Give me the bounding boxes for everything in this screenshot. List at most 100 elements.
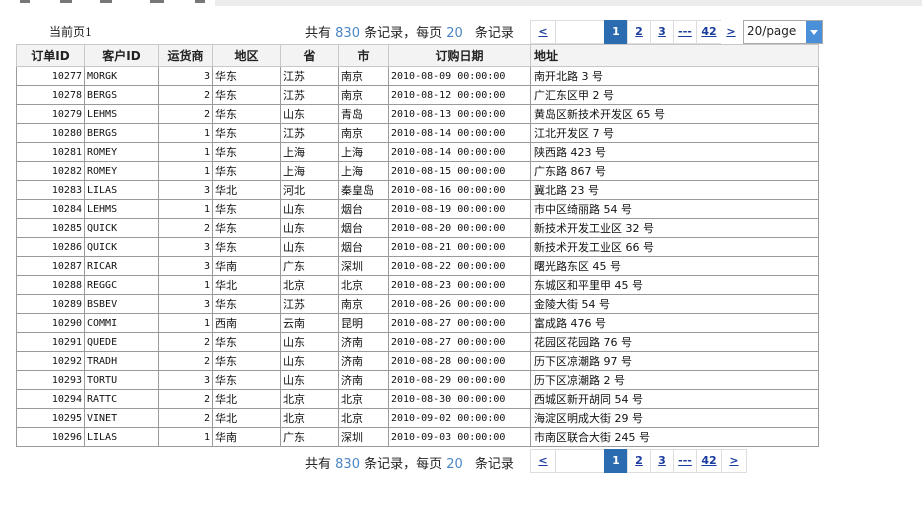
current-page-number: 1	[85, 26, 93, 39]
cell-customer-id: ROMEY	[84, 142, 159, 162]
cell-province: 上海	[280, 161, 339, 181]
page-ellipsis-button[interactable]: ---	[673, 20, 697, 44]
column-header-shipper[interactable]: 运货商	[158, 44, 213, 67]
summary-total-prefix: 共有	[305, 26, 332, 41]
cell-region: 华北	[212, 275, 281, 295]
page-button-42[interactable]: 42	[696, 20, 722, 44]
page-button-2[interactable]: 2	[627, 20, 651, 44]
column-header-city[interactable]: 市	[338, 44, 389, 67]
cell-region: 华东	[212, 332, 281, 352]
summary-total-count: 830	[335, 457, 360, 472]
column-header-province[interactable]: 省	[280, 44, 339, 67]
cell-order-id: 10280	[16, 123, 85, 143]
table-row[interactable]: 10295 VINET 2 华北 北京 北京 2010-09-02 00:00:00 海淀区明…	[16, 408, 819, 428]
chevron-down-icon[interactable]	[806, 21, 822, 43]
cell-customer-id: MORGK	[84, 66, 159, 86]
page-button-2[interactable]: 2	[627, 449, 651, 473]
prev-page-button[interactable]: <	[530, 449, 556, 473]
page-size-select[interactable]: 20/page	[743, 20, 823, 44]
table-row[interactable]: 10296 LILAS 1 华南 广东 深圳 2010-09-03 00:00:00 市南区联…	[16, 427, 819, 447]
cell-city: 北京	[338, 389, 389, 409]
orders-table: 订单ID 客户ID 运货商 地区 省 市 订购日期 地址 10277 MORGK 3…	[16, 44, 819, 447]
cell-city: 上海	[338, 142, 389, 162]
cell-province: 北京	[280, 275, 339, 295]
column-header-region[interactable]: 地区	[212, 44, 281, 67]
table-row[interactable]: 10288 REGGC 1 华北 北京 北京 2010-08-23 00:00:00 东城区和…	[16, 275, 819, 295]
table-row[interactable]: 10286 QUICK 3 华东 山东 烟台 2010-08-21 00:00:00 新技术开…	[16, 237, 819, 257]
cell-order-date: 2010-08-21 00:00:00	[388, 237, 531, 257]
table-row[interactable]: 10283 LILAS 3 华北 河北 秦皇岛 2010-08-16 00:00:00 冀北路…	[16, 180, 819, 200]
cell-customer-id: COMMI	[84, 313, 159, 333]
cell-province: 山东	[280, 332, 339, 352]
page-button-1[interactable]: 1	[604, 20, 628, 44]
table-row[interactable]: 10287 RICAR 3 华南 广东 深圳 2010-08-22 00:00:00 曙光路东…	[16, 256, 819, 276]
page-ellipsis-button[interactable]: ---	[673, 449, 697, 473]
cell-order-date: 2010-08-28 00:00:00	[388, 351, 531, 371]
cell-order-id: 10283	[16, 180, 85, 200]
cell-region: 华东	[212, 218, 281, 238]
column-header-order-date[interactable]: 订购日期	[388, 44, 531, 67]
cell-region: 华东	[212, 351, 281, 371]
cell-shipper: 1	[158, 275, 213, 295]
cell-address: 市南区联合大街 245 号	[530, 427, 819, 447]
prev-page-button[interactable]: <	[530, 20, 556, 44]
table-row[interactable]: 10285 QUICK 2 华东 山东 烟台 2010-08-20 00:00:00 新技术开…	[16, 218, 819, 238]
table-row[interactable]: 10291 QUEDE 2 华东 山东 济南 2010-08-27 00:00:00 花园区花…	[16, 332, 819, 352]
table-row[interactable]: 10277 MORGK 3 华东 江苏 南京 2010-08-09 00:00:00 南开北路…	[16, 66, 819, 86]
table-row[interactable]: 10293 TORTU 3 华东 山东 济南 2010-08-29 00:00:00 历下区凉…	[16, 370, 819, 390]
page-button-42[interactable]: 42	[696, 449, 722, 473]
page-button-3[interactable]: 3	[650, 20, 674, 44]
table-row[interactable]: 10280 BERGS 1 华东 江苏 南京 2010-08-14 00:00:00 江北开发…	[16, 123, 819, 143]
table-row[interactable]: 10279 LEHMS 2 华东 山东 青岛 2010-08-13 00:00:00 黄岛区新…	[16, 104, 819, 124]
cell-shipper: 2	[158, 408, 213, 428]
cell-city: 青岛	[338, 104, 389, 124]
column-header-address[interactable]: 地址	[530, 44, 819, 67]
cell-province: 山东	[280, 237, 339, 257]
cell-order-date: 2010-08-20 00:00:00	[388, 218, 531, 238]
cell-region: 华南	[212, 427, 281, 447]
cell-region: 华东	[212, 294, 281, 314]
cell-address: 黄岛区新技术开发区 65 号	[530, 104, 819, 124]
top-strip	[0, 0, 922, 8]
table-row[interactable]: 10290 COMMI 1 西南 云南 昆明 2010-08-27 00:00:00 富成路 …	[16, 313, 819, 333]
table-row[interactable]: 10289 BSBEV 3 华东 江苏 南京 2010-08-26 00:00:00 金陵大街…	[16, 294, 819, 314]
table-row[interactable]: 10282 ROMEY 1 华东 上海 上海 2010-08-15 00:00:00 广东路 …	[16, 161, 819, 181]
page-button-3[interactable]: 3	[650, 449, 674, 473]
cell-address: 新技术开发工业区 66 号	[530, 237, 819, 257]
column-header-customer-id[interactable]: 客户ID	[84, 44, 159, 67]
cell-region: 华南	[212, 256, 281, 276]
cell-customer-id: RICAR	[84, 256, 159, 276]
cell-region: 华北	[212, 408, 281, 428]
cell-order-id: 10290	[16, 313, 85, 333]
next-page-button[interactable]: >	[721, 20, 741, 44]
cell-province: 广东	[280, 256, 339, 276]
cell-address: 广东路 867 号	[530, 161, 819, 181]
cell-shipper: 2	[158, 104, 213, 124]
next-page-button[interactable]: >	[721, 449, 747, 473]
cell-region: 华北	[212, 389, 281, 409]
table-row[interactable]: 10294 RATTC 2 华北 北京 北京 2010-08-30 00:00:00 西城区新…	[16, 389, 819, 409]
cell-shipper: 3	[158, 256, 213, 276]
cell-order-date: 2010-09-02 00:00:00	[388, 408, 531, 428]
table-row[interactable]: 10284 LEHMS 1 华东 山东 烟台 2010-08-19 00:00:00 市中区绮…	[16, 199, 819, 219]
summary-per-page: 20	[446, 26, 463, 41]
cell-order-date: 2010-08-26 00:00:00	[388, 294, 531, 314]
cell-order-id: 10279	[16, 104, 85, 124]
current-page-indicator: 当前页1	[49, 23, 92, 40]
cell-order-date: 2010-08-30 00:00:00	[388, 389, 531, 409]
cell-order-date: 2010-08-29 00:00:00	[388, 370, 531, 390]
cell-order-id: 10278	[16, 85, 85, 105]
cell-province: 广东	[280, 427, 339, 447]
table-row[interactable]: 10281 ROMEY 1 华东 上海 上海 2010-08-14 00:00:00 陕西路 …	[16, 142, 819, 162]
record-summary-bottom: 共有 830 条记录，每页 20 条记录	[305, 453, 514, 472]
cell-city: 北京	[338, 275, 389, 295]
column-header-order-id[interactable]: 订单ID	[16, 44, 85, 67]
cell-order-date: 2010-08-27 00:00:00	[388, 332, 531, 352]
table-row[interactable]: 10278 BERGS 2 华东 江苏 南京 2010-08-12 00:00:00 广汇东区…	[16, 85, 819, 105]
table-row[interactable]: 10292 TRADH 2 华东 山东 济南 2010-08-28 00:00:00 历下区凉…	[16, 351, 819, 371]
cell-customer-id: LILAS	[84, 180, 159, 200]
cell-shipper: 2	[158, 218, 213, 238]
cell-region: 华东	[212, 161, 281, 181]
page-button-1[interactable]: 1	[604, 449, 628, 473]
cell-province: 江苏	[280, 123, 339, 143]
